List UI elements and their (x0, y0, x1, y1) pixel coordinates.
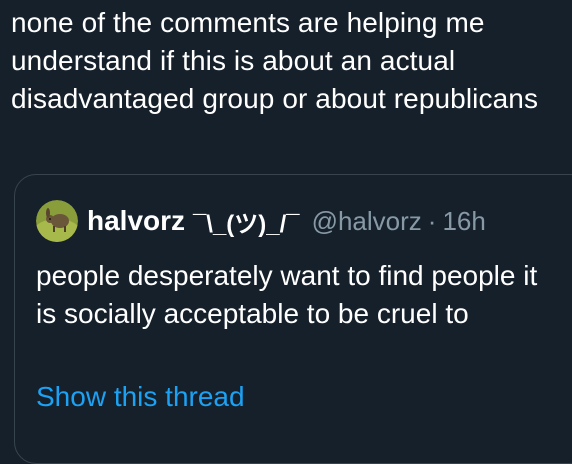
quoted-tweet-text: people desperately want to find people i… (36, 260, 538, 329)
timestamp[interactable]: 16h (442, 206, 485, 237)
tweet: none of the comments are helping me unde… (0, 0, 572, 464)
tweet-text: none of the comments are helping me unde… (11, 7, 539, 114)
shrug-emoticon: ¯\_(ツ)_/¯ (193, 210, 300, 238)
show-thread-link[interactable]: Show this thread (36, 379, 245, 415)
avatar[interactable] (36, 200, 78, 242)
quoted-tweet-header: halvorz ¯\_(ツ)_/¯ @halvorz · 16h (36, 200, 486, 242)
animal-photo-avatar-icon (36, 200, 78, 242)
user-handle[interactable]: @halvorz (312, 206, 422, 237)
display-name[interactable]: halvorz (87, 205, 185, 237)
quoted-tweet-card[interactable]: halvorz ¯\_(ツ)_/¯ @halvorz · 16h people … (14, 174, 572, 464)
separator-dot: · (427, 205, 437, 236)
